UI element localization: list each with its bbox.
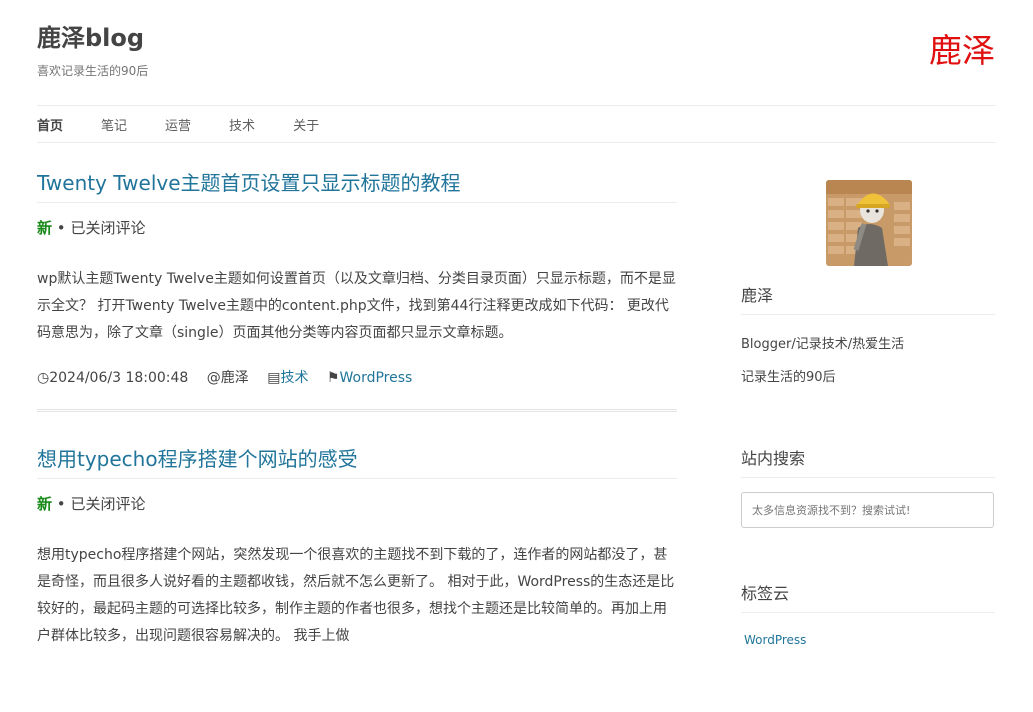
- author-bio-line: 记录生活的90后: [741, 370, 836, 385]
- post-footer: ◷2024/06/3 18:00:48 @鹿泽 ▤技术 ⚑WordPress: [37, 367, 677, 412]
- nav-item-notes[interactable]: 笔记: [101, 115, 127, 134]
- author-widget-title: 鹿泽: [741, 282, 995, 315]
- post-meta: 新 • 已关闭评论: [37, 493, 677, 514]
- avatar-image: [826, 180, 912, 266]
- main-navigation: 首页 笔记 运营 技术 关于: [37, 105, 996, 143]
- sidebar: 鹿泽 Blogger/记录技术/热爱生活 记录生活的90后 站内搜索 标签云 W…: [741, 180, 995, 648]
- nav-item-tech[interactable]: 技术: [229, 115, 255, 134]
- tag-icon: ⚑: [326, 370, 340, 386]
- post-author: @鹿泽: [206, 370, 249, 386]
- post-article: 想用typecho程序搭建个网站的感受 新 • 已关闭评论 想用typecho程…: [37, 446, 677, 650]
- post-article: Twenty Twelve主题首页设置只显示标题的教程 新 • 已关闭评论 wp…: [37, 170, 677, 412]
- comments-status: 已关闭评论: [70, 219, 146, 237]
- search-widget-title: 站内搜索: [741, 445, 995, 478]
- author-avatar: [826, 180, 912, 266]
- new-badge: 新: [37, 219, 53, 237]
- site-description: 喜欢记录生活的90后: [37, 64, 149, 78]
- post-title-link[interactable]: Twenty Twelve主题首页设置只显示标题的教程: [37, 170, 677, 203]
- post-title-link[interactable]: 想用typecho程序搭建个网站的感受: [37, 446, 677, 479]
- post-date: ◷2024/06/3 18:00:48: [37, 370, 189, 386]
- tag-cloud-title: 标签云: [741, 580, 995, 613]
- author-bio-line: Blogger/记录技术/热爱生活: [741, 337, 905, 352]
- meta-separator: •: [56, 495, 66, 513]
- brand-mark: 鹿泽: [929, 31, 995, 70]
- search-input[interactable]: [741, 492, 994, 528]
- content-area: Twenty Twelve主题首页设置只显示标题的教程 新 • 已关闭评论 wp…: [37, 170, 677, 684]
- nav-item-home[interactable]: 首页: [37, 115, 63, 134]
- category-icon: ▤: [267, 370, 281, 386]
- site-title[interactable]: 鹿泽blog: [37, 18, 144, 53]
- tag-cloud-item[interactable]: WordPress: [744, 633, 806, 647]
- post-meta: 新 • 已关闭评论: [37, 217, 677, 238]
- post-excerpt: 想用typecho程序搭建个网站，突然发现一个很喜欢的主题找不到下载的了，连作者…: [37, 547, 675, 644]
- new-badge: 新: [37, 495, 53, 513]
- meta-separator: •: [56, 219, 66, 237]
- nav-item-operations[interactable]: 运营: [165, 115, 191, 134]
- post-excerpt: wp默认主题Twenty Twelve主题如何设置首页（以及文章归档、分类目录页…: [37, 271, 676, 341]
- nav-item-about[interactable]: 关于: [293, 115, 319, 134]
- comments-status: 已关闭评论: [70, 495, 146, 513]
- post-category-link[interactable]: 技术: [280, 370, 308, 386]
- post-tag-link[interactable]: WordPress: [339, 370, 412, 386]
